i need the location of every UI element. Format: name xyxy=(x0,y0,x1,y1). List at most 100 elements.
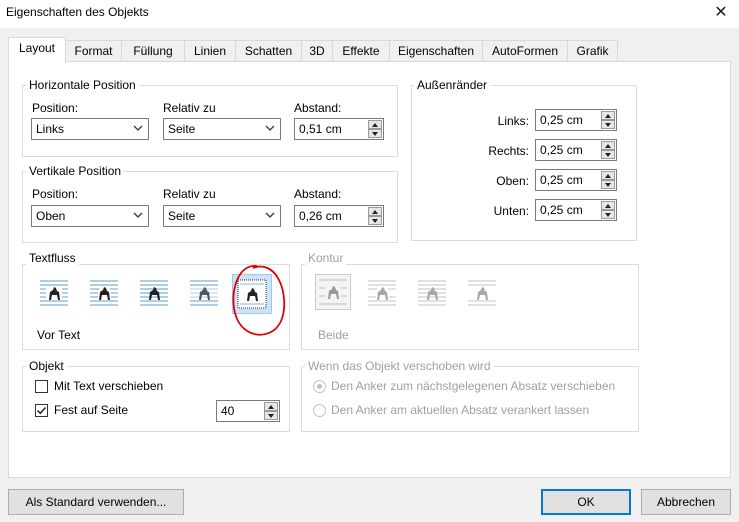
margin-links-spinner[interactable]: 0,25 cm xyxy=(535,109,617,131)
spin-up-button[interactable] xyxy=(368,207,382,216)
spin-up-button[interactable] xyxy=(368,120,382,129)
spin-buttons xyxy=(601,201,615,219)
margin-oben-label: Oben: xyxy=(496,174,529,188)
tab-layout[interactable]: Layout xyxy=(8,37,66,63)
contour-through-icon[interactable] xyxy=(417,278,447,308)
fest-auf-seite-label: Fest auf Seite xyxy=(54,403,129,417)
spin-buttons xyxy=(601,141,615,159)
spin-up-button[interactable] xyxy=(601,111,615,120)
contour-square-icon xyxy=(319,279,347,305)
spin-buttons xyxy=(368,120,382,138)
horizontal-abstand-value: 0,51 cm xyxy=(299,122,342,136)
vertical-relativ-value: Seite xyxy=(168,209,196,223)
arrow-up-icon xyxy=(268,405,274,409)
arrow-down-icon xyxy=(605,183,611,187)
objekt-group xyxy=(22,366,290,432)
spin-down-button[interactable] xyxy=(601,180,615,189)
tab-linien[interactable]: Linien xyxy=(184,40,236,62)
horizontal-position-title: Horizontale Position xyxy=(26,78,139,92)
vertical-abstand-spinner[interactable]: 0,26 cm xyxy=(294,205,384,227)
margin-rechts-label: Rechts: xyxy=(488,144,529,158)
arrow-down-icon xyxy=(605,153,611,157)
arrow-up-icon xyxy=(372,123,378,127)
ok-button[interactable]: OK xyxy=(541,489,631,515)
anker-lassen-label: Den Anker am aktuellen Absatz verankert … xyxy=(331,403,590,417)
wrap-square-icon[interactable] xyxy=(39,278,69,308)
wrap-through-icon[interactable] xyxy=(139,278,169,308)
chevron-down-icon xyxy=(133,125,143,131)
contour-square-selected[interactable] xyxy=(315,274,351,310)
horizontal-abstand-spinner[interactable]: 0,51 cm xyxy=(294,118,384,140)
spin-buttons xyxy=(264,402,278,420)
tab-schatten[interactable]: Schatten xyxy=(235,40,302,62)
vertical-abstand-label: Abstand: xyxy=(294,187,342,201)
horizontal-relativ-label: Relativ zu xyxy=(163,101,216,115)
verschoben-group xyxy=(301,366,639,432)
contour-top-bottom-icon[interactable] xyxy=(467,278,497,308)
contour-tight-icon[interactable] xyxy=(367,278,397,308)
mit-text-label: Mit Text verschieben xyxy=(54,379,164,393)
vertical-position-select[interactable]: Oben xyxy=(31,205,149,227)
margin-links-label: Links: xyxy=(497,114,529,128)
vertical-relativ-select[interactable]: Seite xyxy=(163,205,281,227)
anker-verschieben-label: Den Anker zum nächstgelegenen Absatz ver… xyxy=(331,379,616,393)
horizontal-abstand-label: Abstand: xyxy=(294,101,342,115)
spin-down-button[interactable] xyxy=(601,120,615,129)
arrow-up-icon xyxy=(372,210,378,214)
window-title: Eigenschaften des Objekts xyxy=(6,5,149,19)
arrow-up-icon xyxy=(605,144,611,148)
spin-up-button[interactable] xyxy=(601,171,615,180)
arrow-up-icon xyxy=(605,174,611,178)
tab-fuellung[interactable]: Füllung xyxy=(121,40,185,62)
vertical-position-value: Oben xyxy=(36,209,66,223)
margin-rechts-spinner[interactable]: 0,25 cm xyxy=(535,139,617,161)
tab-format[interactable]: Format xyxy=(65,40,122,62)
margin-oben-value: 0,25 cm xyxy=(540,173,583,187)
tab-autoformen[interactable]: AutoFormen xyxy=(482,40,568,62)
tab-3d[interactable]: 3D xyxy=(301,40,333,62)
margin-unten-spinner[interactable]: 0,25 cm xyxy=(535,199,617,221)
anker-verschieben-radio[interactable] xyxy=(313,380,326,393)
spin-down-button[interactable] xyxy=(601,210,615,219)
wrap-tight-icon[interactable] xyxy=(89,278,119,308)
spin-buttons xyxy=(601,111,615,129)
margin-oben-spinner[interactable]: 0,25 cm xyxy=(535,169,617,191)
horizontal-relativ-select[interactable]: Seite xyxy=(163,118,281,140)
arrow-down-icon xyxy=(372,219,378,223)
close-icon[interactable]: ✕ xyxy=(709,2,733,24)
spin-down-button[interactable] xyxy=(264,411,278,420)
vertical-position-label: Position: xyxy=(32,187,79,201)
als-standard-button[interactable]: Als Standard verwenden... xyxy=(8,489,184,515)
arrow-down-icon xyxy=(268,414,274,418)
spin-up-button[interactable] xyxy=(601,141,615,150)
margin-links-value: 0,25 cm xyxy=(540,113,583,127)
layout-panel: Horizontale Position Position: Relativ z… xyxy=(8,61,731,478)
tab-grafik[interactable]: Grafik xyxy=(567,40,618,62)
margins-title: Außenränder xyxy=(414,78,491,92)
title-bar: Eigenschaften des Objekts ✕ xyxy=(0,0,739,28)
spin-down-button[interactable] xyxy=(368,129,382,138)
wrap-top-bottom-icon[interactable] xyxy=(189,278,219,308)
radio-dot xyxy=(317,384,322,389)
anker-lassen-radio[interactable] xyxy=(313,404,326,417)
textfluss-selected-label: Vor Text xyxy=(37,328,81,342)
horizontal-relativ-value: Seite xyxy=(168,122,196,136)
spin-up-button[interactable] xyxy=(264,402,278,411)
verschoben-title: Wenn das Objekt verschoben wird xyxy=(305,359,494,373)
spin-up-button[interactable] xyxy=(601,201,615,210)
horizontal-position-select[interactable]: Links xyxy=(31,118,149,140)
fest-auf-seite-checkbox[interactable] xyxy=(35,404,48,417)
chevron-down-icon xyxy=(265,212,275,218)
chevron-down-icon xyxy=(133,212,143,218)
spin-down-button[interactable] xyxy=(601,150,615,159)
tab-effekte[interactable]: Effekte xyxy=(332,40,390,62)
spin-buttons xyxy=(368,207,382,225)
cancel-button[interactable]: Abbrechen xyxy=(641,489,731,515)
kontur-title: Kontur xyxy=(305,251,347,265)
tab-eigenschaften[interactable]: Eigenschaften xyxy=(389,40,483,62)
vertical-abstand-value: 0,26 cm xyxy=(299,209,342,223)
spin-down-button[interactable] xyxy=(368,216,382,225)
fest-auf-seite-spinner[interactable]: 40 xyxy=(216,400,280,422)
mit-text-checkbox[interactable] xyxy=(35,380,48,393)
margin-unten-label: Unten: xyxy=(493,204,529,218)
